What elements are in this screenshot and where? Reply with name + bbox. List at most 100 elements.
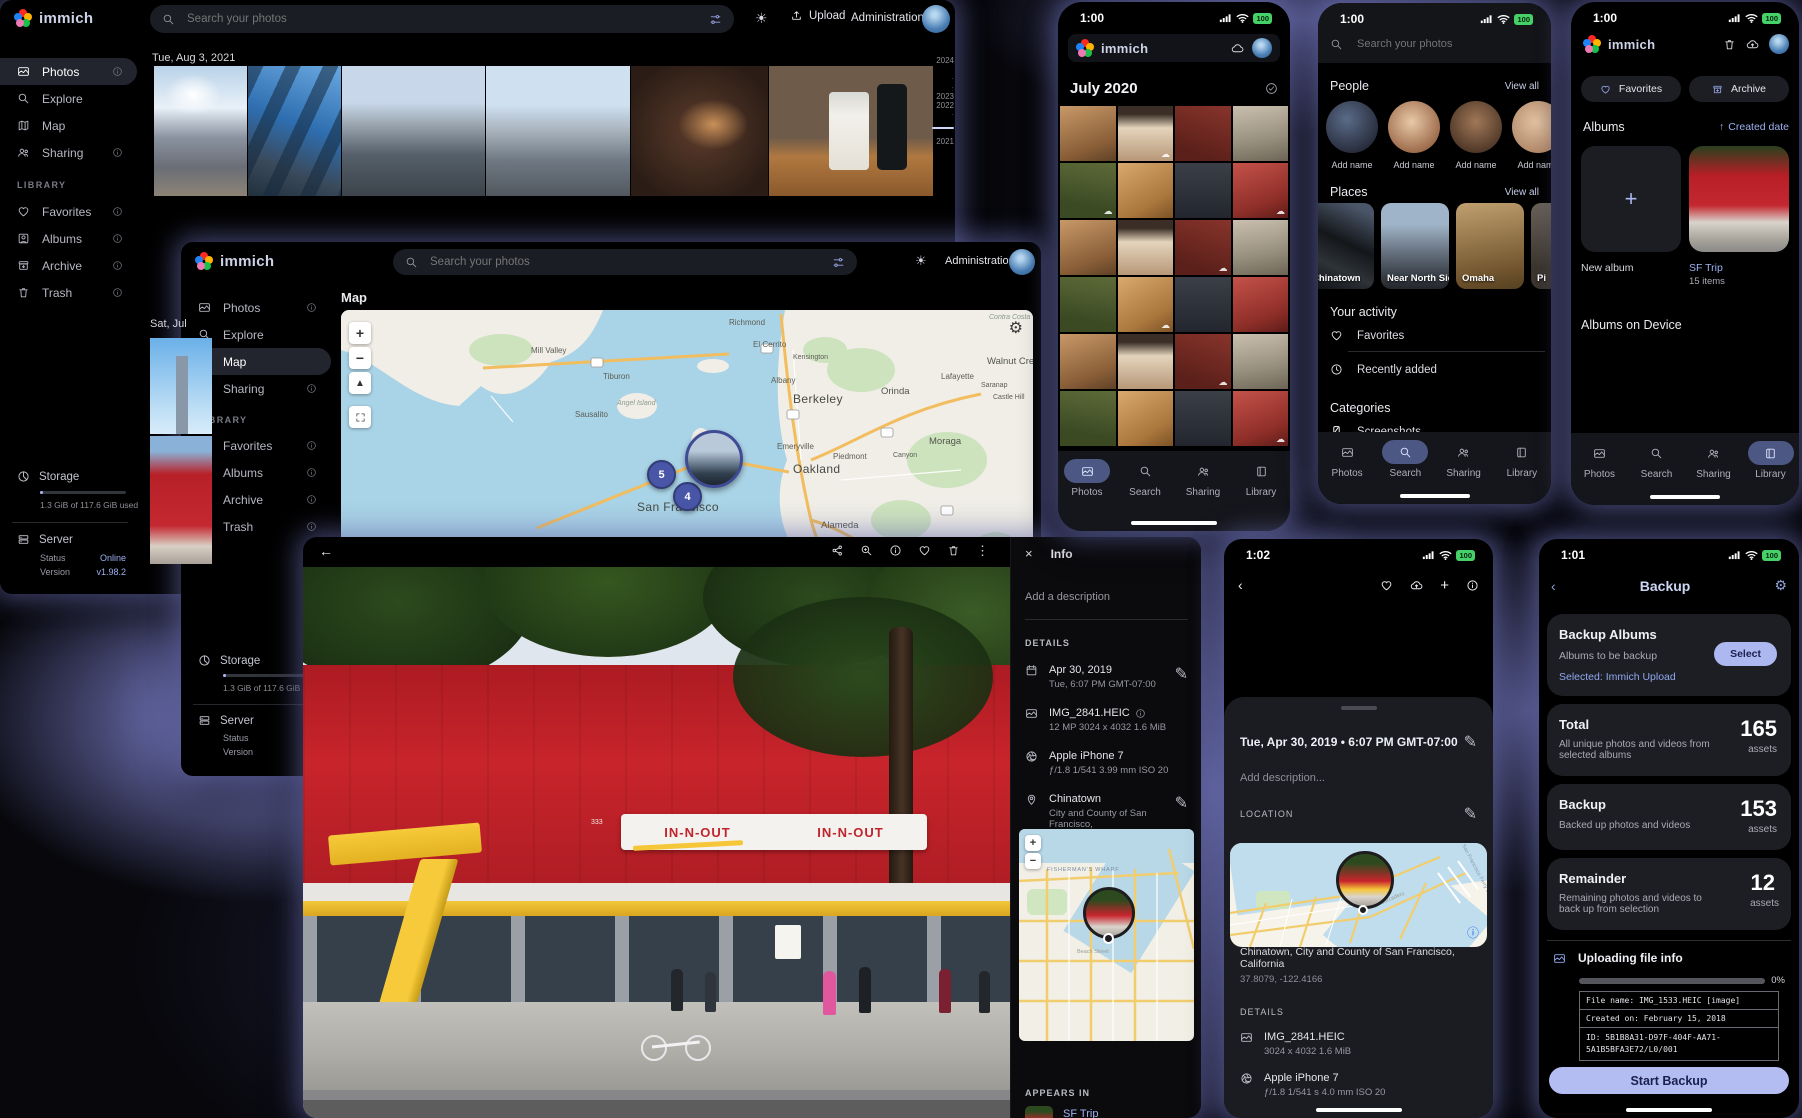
sheet-drag-handle[interactable] <box>1341 706 1377 710</box>
file-info-icon[interactable] <box>1135 708 1146 719</box>
photo-thumbnail[interactable] <box>1060 277 1116 332</box>
nav-search[interactable]: Search <box>1378 440 1432 479</box>
photo-thumbnail[interactable] <box>631 66 768 196</box>
nav-search[interactable]: Search <box>1630 441 1684 480</box>
photo-thumbnail[interactable] <box>1233 391 1289 446</box>
back-chevron-icon[interactable]: ‹ <box>1551 578 1556 594</box>
map-settings-gear-icon[interactable]: ⚙ <box>1009 318 1023 338</box>
zoom-in-icon[interactable] <box>860 544 873 557</box>
person-item[interactable]: Add name <box>1326 101 1378 170</box>
map-fullscreen-button[interactable] <box>349 406 371 428</box>
favorite-heart-icon[interactable] <box>1380 579 1393 592</box>
album-cover-sf-trip[interactable] <box>1689 146 1789 252</box>
sidebar-item-sharing[interactable]: Sharing <box>0 139 137 166</box>
place-tile[interactable]: Chinatown <box>1318 203 1374 289</box>
photo-thumbnail[interactable] <box>1175 277 1231 332</box>
detail-bottom-sheet[interactable]: Tue, Apr 30, 2019 • 6:07 PM GMT-07:00 ✎ … <box>1224 697 1493 1118</box>
photo-in-n-out-storefront[interactable]: 333 IN-N-OUT IN-N-OUT <box>303 567 1010 1118</box>
search-input[interactable] <box>1355 37 1501 51</box>
close-icon[interactable]: × <box>1025 546 1033 561</box>
nav-sharing[interactable]: Sharing <box>1437 440 1491 479</box>
map-photo-marker[interactable] <box>685 430 743 488</box>
edit-date-pencil-icon[interactable]: ✎ <box>1464 732 1477 752</box>
map-photo-marker[interactable] <box>1336 851 1394 909</box>
add-to-album-plus-icon[interactable]: + <box>1440 579 1449 592</box>
map-photo-marker[interactable] <box>1083 887 1135 939</box>
map-zoom-out-button[interactable]: − <box>349 347 371 369</box>
share-icon[interactable] <box>831 544 844 557</box>
map-cluster-marker[interactable]: 5 <box>647 460 676 489</box>
sidebar-item-archive[interactable]: Archive <box>0 252 137 279</box>
recently-added-row[interactable]: Recently added <box>1330 363 1437 376</box>
upload-button[interactable]: Upload <box>790 9 845 22</box>
select-albums-button[interactable]: Select <box>1714 642 1777 666</box>
immich-logo[interactable]: immich <box>195 252 274 270</box>
photo-thumbnail-ramen-pepper[interactable] <box>769 66 933 196</box>
add-name-label[interactable]: Add name <box>1326 160 1378 170</box>
nav-sharing[interactable]: Sharing <box>1176 459 1230 498</box>
photo-thumbnail[interactable] <box>154 66 247 196</box>
cloud-upload-icon[interactable] <box>1746 38 1759 51</box>
place-tile[interactable]: Near North Side <box>1381 203 1449 289</box>
theme-toggle-sun-icon[interactable]: ☀ <box>915 253 927 269</box>
favorites-row[interactable]: Favorites <box>1330 329 1404 342</box>
administration-link[interactable]: Administration <box>945 255 1015 267</box>
back-arrow-icon[interactable]: ← <box>319 543 333 559</box>
map-zoom-in-button[interactable]: + <box>1025 835 1041 851</box>
more-options-icon[interactable]: ⋮ <box>976 544 989 557</box>
delete-trash-icon[interactable] <box>947 544 960 557</box>
sidebar-item-photos[interactable]: Photos <box>0 58 137 85</box>
photo-thumbnail[interactable] <box>150 436 212 564</box>
photo-thumbnail[interactable] <box>1060 106 1116 161</box>
photo-thumbnail[interactable] <box>1118 220 1174 275</box>
administration-link[interactable]: Administration <box>851 12 924 24</box>
sidebar-item-map[interactable]: Map <box>0 112 137 139</box>
user-avatar[interactable] <box>1769 34 1789 54</box>
add-description-field[interactable]: Add a description <box>1025 591 1201 603</box>
map-zoom-out-button[interactable]: − <box>1025 853 1041 869</box>
albums-sort-button[interactable]: ↑Created date <box>1719 121 1789 133</box>
sidebar-item-favorites[interactable]: Favorites <box>0 198 137 225</box>
place-tile[interactable]: Omaha <box>1456 203 1524 289</box>
add-description-field[interactable]: Add description... <box>1240 772 1477 784</box>
photo-thumbnail[interactable] <box>1233 220 1289 275</box>
people-view-all-link[interactable]: View all <box>1505 81 1539 92</box>
appears-in-album-row[interactable]: SF Trip 15 items <box>1025 1106 1201 1118</box>
user-avatar[interactable] <box>1252 38 1272 58</box>
place-tile[interactable]: Pi <box>1531 203 1551 289</box>
archive-button[interactable]: Archive <box>1689 76 1789 102</box>
nav-library[interactable]: Library <box>1234 459 1288 498</box>
location-map-card[interactable]: The Embarcadero San Francisco Ferry Buil… <box>1230 843 1487 947</box>
photo-thumbnail[interactable] <box>1060 163 1116 218</box>
info-icon[interactable] <box>1466 579 1479 592</box>
photo-thumbnail[interactable] <box>1175 220 1231 275</box>
search-input[interactable] <box>185 12 699 26</box>
person-item[interactable]: Add name <box>1512 101 1551 170</box>
photo-thumbnail[interactable] <box>1175 334 1231 389</box>
photo-thumbnail[interactable] <box>1118 391 1174 446</box>
photo-thumbnail[interactable] <box>1233 106 1289 161</box>
edit-date-pencil-icon[interactable]: ✎ <box>1175 664 1188 690</box>
map-zoom-in-button[interactable]: + <box>349 322 371 344</box>
select-all-check-icon[interactable] <box>1265 82 1278 95</box>
edit-location-pencil-icon[interactable]: ✎ <box>1464 804 1477 824</box>
back-chevron-icon[interactable]: ‹ <box>1238 577 1243 593</box>
photo-thumbnail[interactable] <box>342 66 485 196</box>
nav-photos[interactable]: Photos <box>1060 459 1114 498</box>
photo-thumbnail[interactable] <box>1233 163 1289 218</box>
info-panel-map[interactable]: FISHERMAN'S WHARF Beach Street + − <box>1019 829 1194 1041</box>
search-filter-icon[interactable] <box>832 256 845 269</box>
map-cluster-marker[interactable]: 4 <box>673 482 702 511</box>
sidebar-item-photos[interactable]: Photos <box>181 294 331 321</box>
photo-thumbnail[interactable] <box>1060 220 1116 275</box>
user-avatar[interactable] <box>1009 249 1035 275</box>
timeline-scrubber[interactable]: 2024 ·· 2023 2022 · 2021 <box>930 56 954 146</box>
album-name[interactable]: SF Trip <box>1689 262 1723 274</box>
photo-thumbnail[interactable] <box>1175 391 1231 446</box>
info-icon[interactable] <box>889 544 902 557</box>
photo-thumbnail[interactable] <box>1175 106 1231 161</box>
photo-thumbnail[interactable] <box>1060 334 1116 389</box>
immich-logo[interactable]: immich <box>14 9 93 27</box>
search-input[interactable] <box>428 255 822 269</box>
photo-thumbnail[interactable] <box>1175 163 1231 218</box>
